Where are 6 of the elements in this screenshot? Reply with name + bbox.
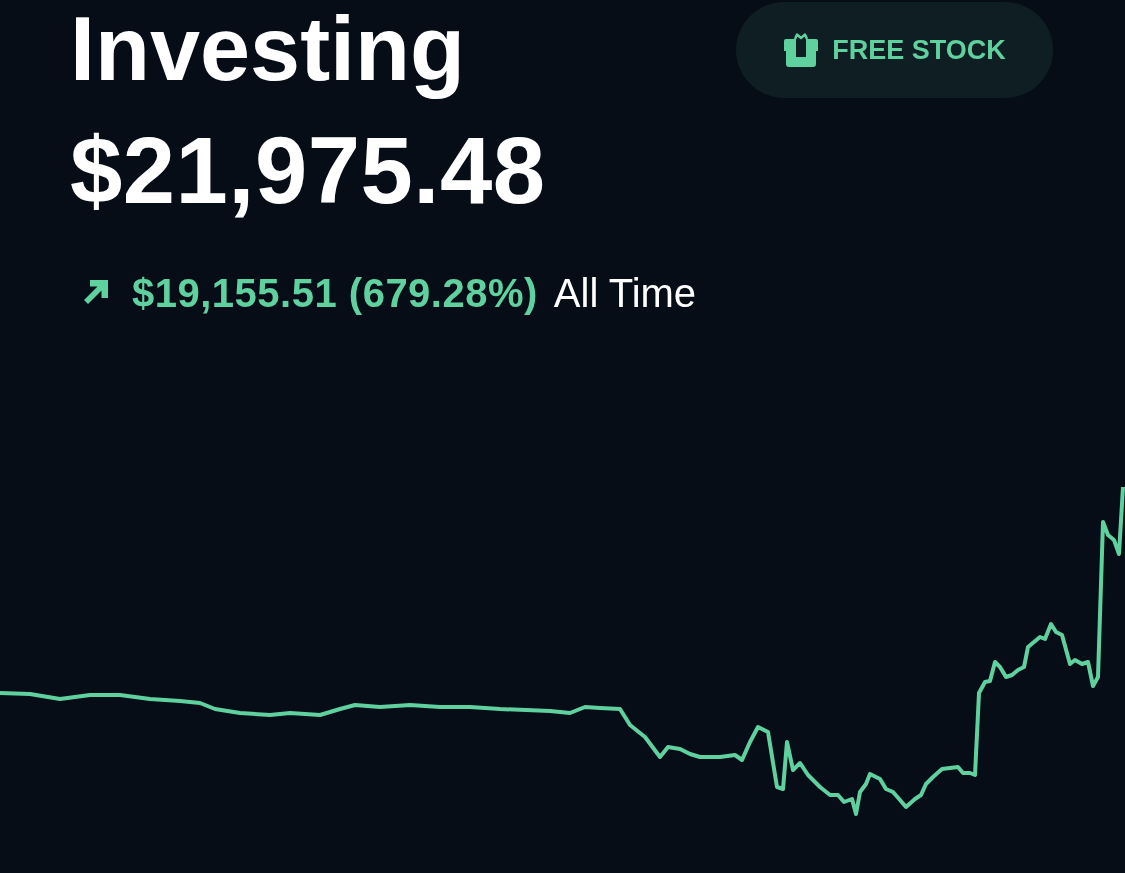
page-title: Investing [70,0,466,101]
portfolio-value: $21,975.48 [70,121,546,221]
period-label: All Time [553,270,697,316]
change-amount: $19,155.51 (679.28%) [132,270,538,316]
free-stock-button[interactable]: FREE STOCK [736,2,1053,98]
gift-icon [783,33,820,67]
